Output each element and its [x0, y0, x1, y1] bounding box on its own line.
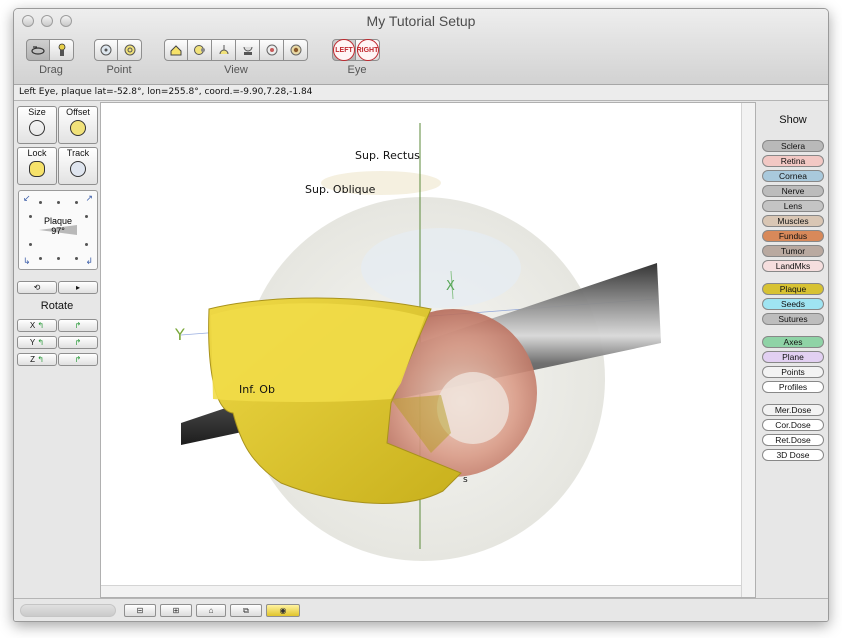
eye-group: LEFT RIGHT: [332, 39, 380, 61]
horizontal-scrollbar[interactable]: [101, 585, 741, 597]
toggle-nerve[interactable]: Nerve: [762, 185, 824, 197]
point-eye-icon[interactable]: [94, 39, 118, 61]
toggle-sutures[interactable]: Sutures: [762, 313, 824, 325]
toggle-cornea[interactable]: Cornea: [762, 170, 824, 182]
drag-group: [26, 39, 74, 61]
offset-button[interactable]: Offset: [58, 106, 98, 144]
toggle-axes[interactable]: Axes: [762, 336, 824, 348]
size-label: Size: [28, 107, 46, 117]
x-axis-label: X: [446, 279, 455, 294]
toggle-fundus[interactable]: Fundus: [762, 230, 824, 242]
rotate-ccw-button[interactable]: ⟲: [17, 281, 57, 294]
view-label: View: [224, 64, 248, 76]
app-window: My Tutorial Setup Drag Point View LEFT R…: [13, 8, 829, 622]
right-panel: Show Sclera Retina Cornea Nerve Lens Muscles F…: [756, 102, 828, 598]
toggle-lens[interactable]: Lens: [762, 200, 824, 212]
lock-button[interactable]: Lock: [17, 147, 57, 185]
toggle-ret-dose[interactable]: Ret.Dose: [762, 434, 824, 446]
rotate-view-icon[interactable]: [26, 39, 50, 61]
toggle-3d-dose[interactable]: 3D Dose: [762, 449, 824, 461]
toggle-muscles[interactable]: Muscles: [762, 215, 824, 227]
pan-hand-icon[interactable]: [50, 39, 74, 61]
toggle-tumor[interactable]: Tumor: [762, 245, 824, 257]
plaque-rotation-dial[interactable]: ↙ ↗ ↳ ↲ Plaque 97°: [18, 190, 98, 270]
plaque-view-icon[interactable]: ◉: [266, 604, 300, 617]
sup-rectus-label: Sup. Rectus: [355, 149, 420, 162]
toggle-cor-dose[interactable]: Cor.Dose: [762, 419, 824, 431]
eye-3d-viewport[interactable]: Sup. Rectus Sup. Oblique Inf. Ob Y X s: [100, 102, 756, 598]
inf-oblique-label: Inf. Ob: [239, 383, 275, 396]
bottom-bar: ⊟ ⊞ ⌂ ⧉ ◉: [14, 598, 828, 621]
left-eye-button[interactable]: LEFT: [332, 39, 356, 61]
home-icon[interactable]: ⌂: [196, 604, 226, 617]
rotate-x-plus-button[interactable]: ↱: [58, 319, 98, 332]
toggle-sclera[interactable]: Sclera: [762, 140, 824, 152]
right-eye-label: RIGHT: [356, 39, 379, 61]
toggle-landmks[interactable]: LandMks: [762, 260, 824, 272]
titlebar: My Tutorial Setup Drag Point View LEFT R…: [14, 9, 828, 85]
view-group: [164, 39, 308, 61]
sup-oblique-label: Sup. Oblique: [305, 183, 376, 196]
truncated-label: s: [463, 475, 468, 485]
track-button[interactable]: Track: [58, 147, 98, 185]
size-button[interactable]: Size: [17, 106, 57, 144]
offset-icon: [70, 120, 86, 136]
toggle-mer-dose[interactable]: Mer.Dose: [762, 404, 824, 416]
toggle-profiles[interactable]: Profiles: [762, 381, 824, 393]
rotate-y-plus-button[interactable]: ↱: [58, 336, 98, 349]
drag-label: Drag: [39, 64, 63, 76]
status-bar: Left Eye, plaque lat=-52.8°, lon=255.8°,…: [14, 85, 828, 101]
point-group: [94, 39, 142, 61]
track-icon: [70, 161, 86, 177]
top-view-icon[interactable]: [212, 39, 236, 61]
arrow-top-left-icon: ↙: [23, 193, 31, 203]
y-axis-label: Y: [175, 325, 185, 344]
side-view-icon[interactable]: [188, 39, 212, 61]
lock-label: Lock: [27, 148, 47, 158]
zoom-slider[interactable]: [20, 604, 116, 617]
bottom-view-icon[interactable]: [236, 39, 260, 61]
copy-view-icon[interactable]: ⧉: [230, 604, 262, 617]
eye-label: Eye: [347, 64, 367, 76]
toggle-plane[interactable]: Plane: [762, 351, 824, 363]
back-view-icon[interactable]: [284, 39, 308, 61]
rotate-z-plus-button[interactable]: ↱: [58, 353, 98, 366]
rotate-cw-button[interactable]: ▸: [58, 281, 98, 294]
toggle-plaque[interactable]: Plaque: [762, 283, 824, 295]
show-title: Show: [779, 114, 807, 126]
lock-icon: [29, 161, 45, 177]
left-eye-label: LEFT: [333, 39, 355, 61]
vertical-scrollbar[interactable]: [741, 103, 755, 597]
toggle-points[interactable]: Points: [762, 366, 824, 378]
point-target-icon[interactable]: [118, 39, 142, 61]
home-view-icon[interactable]: [164, 39, 188, 61]
zoom-out-icon[interactable]: ⊟: [124, 604, 156, 617]
rotate-y-minus-button[interactable]: Y ↰: [17, 336, 57, 349]
toggle-retina[interactable]: Retina: [762, 155, 824, 167]
arrow-top-right-icon: ↗: [85, 193, 93, 203]
offset-label: Offset: [66, 107, 90, 117]
left-panel: Size Offset Lock Track ↙ ↗ ↳ ↲ Plaque 97…: [14, 102, 100, 598]
dial-angle: 97°: [51, 226, 65, 236]
point-label: Point: [106, 64, 132, 76]
size-icon: [29, 120, 45, 136]
rotate-label: Rotate: [40, 300, 74, 312]
right-eye-button[interactable]: RIGHT: [356, 39, 380, 61]
track-label: Track: [66, 148, 90, 158]
toggle-seeds[interactable]: Seeds: [762, 298, 824, 310]
window-title: My Tutorial Setup: [366, 13, 476, 29]
rotate-x-minus-button[interactable]: X ↰: [17, 319, 57, 332]
rotate-z-minus-button[interactable]: Z ↰: [17, 353, 57, 366]
arrow-bottom-left-icon: ↳: [23, 256, 31, 266]
arrow-bottom-right-icon: ↲: [85, 256, 93, 266]
eye-model-render: [180, 123, 661, 561]
zoom-in-icon[interactable]: ⊞: [160, 604, 192, 617]
front-view-icon[interactable]: [260, 39, 284, 61]
